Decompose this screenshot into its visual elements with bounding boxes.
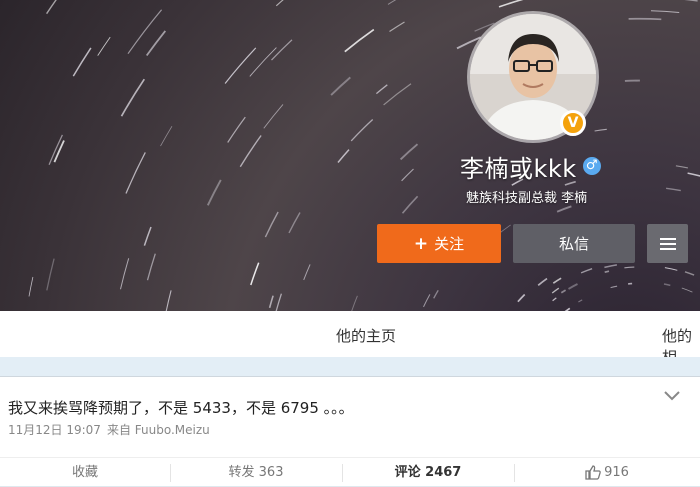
star-trail (595, 129, 607, 131)
star-trail (121, 258, 129, 289)
like-button[interactable]: 916 (514, 458, 700, 487)
star-trail (685, 272, 694, 275)
favorite-button[interactable]: 收藏 (0, 458, 170, 487)
message-label: 私信 (559, 233, 589, 254)
profile-cover: V 李楠或kkk ♂ 魅族科技副总裁 李楠 + 关注 私信 (0, 0, 700, 311)
star-trail (553, 278, 561, 283)
star-trail (390, 22, 405, 32)
star-trail (605, 271, 609, 272)
plus-icon: + (414, 234, 428, 254)
star-trail (144, 227, 151, 246)
star-trail (47, 0, 83, 14)
star-trail (54, 141, 64, 163)
star-trail (664, 284, 670, 285)
star-trail (47, 259, 54, 291)
star-trail (384, 84, 411, 105)
chevron-down-icon[interactable] (664, 391, 680, 401)
star-trail (350, 296, 357, 311)
star-trail (73, 48, 91, 76)
star-trail (402, 169, 414, 181)
star-trail (499, 0, 531, 7)
star-trail (338, 150, 349, 163)
more-menu-button[interactable] (647, 224, 688, 263)
profile-tab-bar: 他的主页 他的相 (0, 311, 700, 357)
star-trail (581, 269, 592, 273)
post-source[interactable]: Fuubo.Meizu (135, 423, 210, 437)
star-trail (401, 144, 418, 159)
star-trail (557, 206, 571, 211)
star-trail (265, 212, 278, 237)
post-text: 我又来挨骂降预期了，不是 5433，不是 6795 。。。 (8, 397, 354, 418)
like-count: 916 (604, 465, 629, 480)
star-trail (561, 290, 565, 293)
star-trail (403, 196, 418, 213)
follow-button[interactable]: + 关注 (377, 224, 501, 263)
section-gap (0, 357, 700, 376)
star-trail (276, 0, 293, 6)
star-trail (434, 290, 439, 298)
star-trail (351, 120, 373, 141)
star-trail (388, 0, 422, 4)
star-trail (651, 11, 679, 13)
star-trail (538, 279, 547, 286)
star-trail (208, 180, 221, 205)
comment-button[interactable]: 评论 2467 (342, 458, 514, 487)
star-trail (376, 85, 387, 94)
post-actions: 收藏 转发 363 评论 2467 916 (0, 457, 700, 487)
star-trail (624, 267, 634, 268)
verified-badge-icon: V (560, 110, 586, 136)
star-trail (424, 294, 430, 307)
star-trail (682, 0, 697, 1)
star-trail (240, 136, 261, 167)
star-trail (228, 117, 246, 142)
star-trail (553, 298, 557, 301)
star-trail (126, 152, 145, 193)
star-trail (289, 213, 300, 233)
star-trail (331, 77, 350, 95)
star-trail (250, 48, 277, 77)
star-trail (552, 288, 559, 293)
star-trail (345, 30, 374, 52)
star-trail (666, 188, 681, 190)
thumbs-up-icon (585, 465, 601, 480)
star-trail (604, 265, 617, 268)
star-trail (128, 10, 162, 54)
star-trail (629, 19, 662, 20)
follow-label: 关注 (434, 233, 464, 254)
profile-name: 李楠或kkk (460, 149, 577, 184)
star-trail (569, 284, 578, 289)
star-trail (682, 288, 693, 292)
post-card: 我又来挨骂降预期了，不是 5433，不是 6795 。。。 11月12日 19:… (0, 376, 700, 486)
star-trail (98, 37, 111, 56)
star-trail (304, 264, 310, 280)
star-trail (122, 79, 145, 116)
tab-home[interactable]: 他的主页 (336, 325, 396, 346)
star-trail (264, 104, 283, 128)
star-trail (676, 166, 688, 168)
star-trail (688, 173, 700, 178)
message-button[interactable]: 私信 (513, 224, 635, 263)
star-trail (225, 48, 256, 84)
repost-button[interactable]: 转发 363 (170, 458, 342, 487)
hamburger-icon (660, 238, 676, 250)
star-trail (270, 296, 274, 308)
star-trail (147, 31, 166, 56)
star-trail (161, 126, 173, 146)
male-icon: ♂ (583, 157, 601, 175)
post-source-prefix: 来自 (107, 423, 131, 437)
star-trail (148, 254, 156, 281)
post-date[interactable]: 11月12日 19:07 (8, 423, 101, 437)
star-trail (251, 263, 259, 285)
star-trail (518, 295, 525, 302)
star-trail (29, 277, 33, 296)
post-meta: 11月12日 19:07 来自 Fuubo.Meizu (8, 421, 210, 438)
star-trail (611, 286, 618, 287)
star-trail (273, 294, 282, 311)
profile-bio: 魅族科技副总裁 李楠 (466, 187, 587, 206)
star-trail (166, 290, 171, 311)
profile-name-row: 李楠或kkk ♂ (460, 150, 601, 182)
star-trail (578, 300, 582, 302)
star-trail (665, 268, 677, 271)
